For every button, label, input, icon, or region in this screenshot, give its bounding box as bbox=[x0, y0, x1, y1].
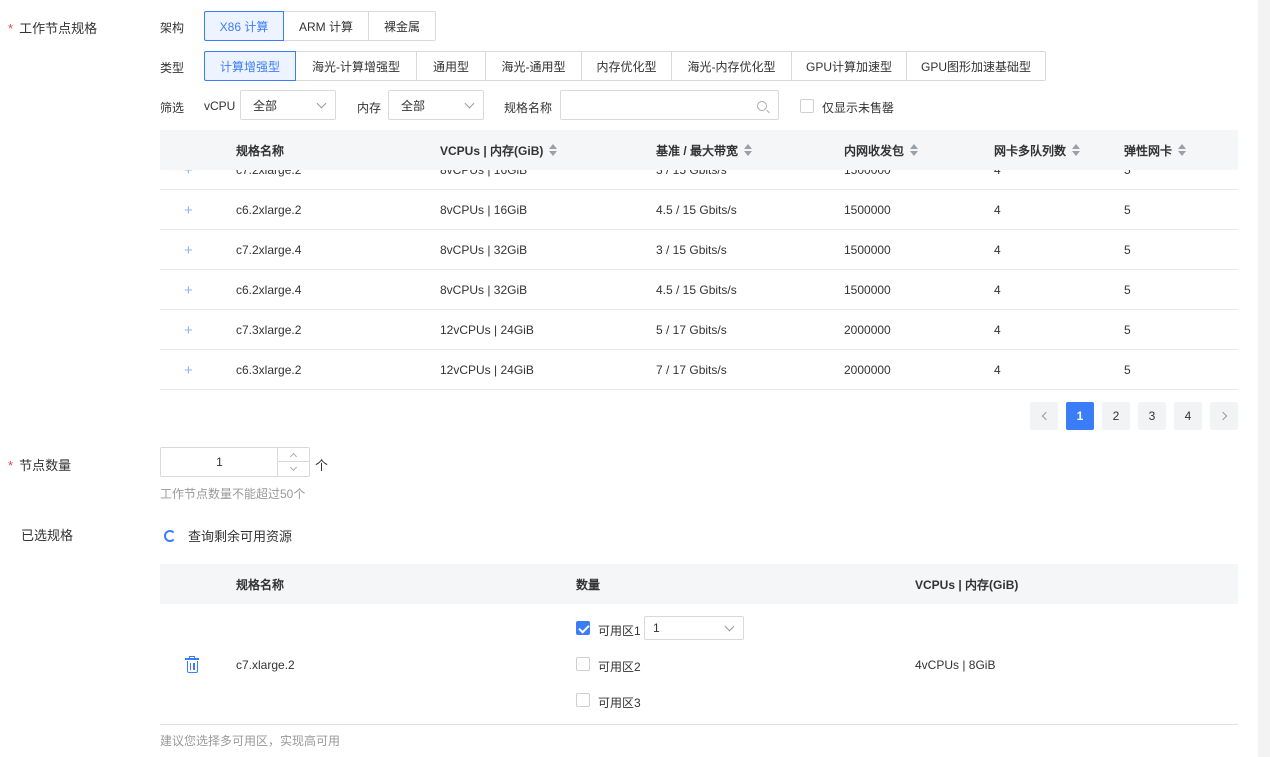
query-resources-link[interactable]: 查询剩余可用资源 bbox=[164, 526, 292, 545]
type-memory-optimized-button[interactable]: 内存优化型 bbox=[581, 51, 672, 81]
spec-name-input[interactable] bbox=[560, 90, 779, 120]
sort-icon[interactable] bbox=[744, 144, 753, 156]
spec-section-label: * 工作节点规格 bbox=[8, 21, 98, 36]
chevron-down-icon bbox=[316, 98, 327, 108]
increment-button[interactable] bbox=[278, 448, 309, 462]
type-label: 类型 bbox=[160, 61, 185, 75]
required-mark: * bbox=[8, 21, 14, 36]
selected-spec-label: 已选规格 bbox=[21, 528, 74, 543]
spec-table-header: 规格名称 VCPUs | 内存(GiB) 基准 / 最大带宽 内网收发包 网卡多… bbox=[160, 130, 1238, 170]
vcpu-select[interactable]: 全部 bbox=[240, 90, 336, 120]
chevron-down-icon bbox=[464, 98, 475, 108]
sort-icon[interactable] bbox=[910, 144, 919, 156]
type-general-button[interactable]: 通用型 bbox=[416, 51, 486, 81]
chevron-down-icon bbox=[289, 463, 298, 472]
type-hygon-general-button[interactable]: 海光-通用型 bbox=[485, 51, 582, 81]
table-row[interactable]: + c7.2xlarge.4 8vCPUs | 32GiB 3 / 15 Gbi… bbox=[160, 230, 1238, 270]
table-row[interactable]: + c6.3xlarge.2 12vCPUs | 24GiB 7 / 17 Gb… bbox=[160, 350, 1238, 390]
memory-select[interactable]: 全部 bbox=[388, 90, 484, 120]
vcpu-filter-label: vCPU bbox=[204, 99, 236, 113]
type-hygon-memory-optimized-button[interactable]: 海光-内存优化型 bbox=[671, 51, 792, 81]
zone-3-checkbox[interactable] bbox=[576, 693, 590, 707]
page-4-button[interactable]: 4 bbox=[1174, 402, 1202, 430]
required-mark: * bbox=[8, 458, 14, 473]
plus-icon[interactable]: + bbox=[184, 310, 193, 350]
plus-icon[interactable]: + bbox=[184, 230, 193, 270]
zone-3-label: 可用区3 bbox=[598, 696, 641, 710]
plus-icon[interactable]: + bbox=[184, 270, 193, 310]
selected-table-header: 规格名称 数量 VCPUs | 内存(GiB) bbox=[160, 564, 1238, 604]
arch-arm-button[interactable]: ARM 计算 bbox=[283, 11, 369, 41]
plus-icon[interactable]: + bbox=[184, 170, 193, 189]
next-page-button[interactable] bbox=[1210, 402, 1238, 430]
unsold-label: 仅显示未售罄 bbox=[822, 101, 895, 115]
chevron-right-icon bbox=[1218, 411, 1227, 421]
page-3-button[interactable]: 3 bbox=[1138, 402, 1166, 430]
refresh-icon bbox=[164, 529, 176, 542]
prev-page-button[interactable] bbox=[1030, 402, 1058, 430]
table-row[interactable]: + c7.3xlarge.2 12vCPUs | 24GiB 5 / 17 Gb… bbox=[160, 310, 1238, 350]
node-count-unit: 个 bbox=[315, 458, 329, 473]
unsold-checkbox[interactable] bbox=[800, 99, 814, 113]
node-count-value[interactable]: 1 bbox=[161, 448, 278, 476]
decrement-button[interactable] bbox=[278, 462, 309, 476]
chevron-up-icon bbox=[289, 452, 298, 460]
page-2-button[interactable]: 2 bbox=[1102, 402, 1130, 430]
th-bandwidth[interactable]: 基准 / 最大带宽 bbox=[656, 130, 753, 170]
filter-label: 筛选 bbox=[160, 101, 185, 115]
zone-2-checkbox[interactable] bbox=[576, 657, 590, 671]
th-pps[interactable]: 内网收发包 bbox=[844, 130, 919, 170]
sort-icon[interactable] bbox=[1178, 144, 1187, 156]
sort-icon[interactable] bbox=[549, 144, 558, 156]
table-row-partial[interactable]: + c7.2xlarge.2 8vCPUs | 16GiB 3 / 15 Gbi… bbox=[160, 170, 1238, 190]
type-segmented: 计算增强型 海光-计算增强型 通用型 海光-通用型 内存优化型 海光-内存优化型… bbox=[204, 51, 1046, 81]
selected-spec-name: c7.xlarge.2 bbox=[236, 658, 295, 672]
arch-x86-button[interactable]: X86 计算 bbox=[204, 11, 284, 41]
zone-2-label: 可用区2 bbox=[598, 660, 641, 674]
scrollbar[interactable] bbox=[1258, 0, 1270, 757]
th-vcpu-memory[interactable]: VCPUs | 内存(GiB) bbox=[440, 130, 558, 170]
node-count-hint: 工作节点数量不能超过50个 bbox=[160, 487, 306, 501]
selected-vcpu-memory: 4vCPUs | 8GiB bbox=[915, 658, 996, 672]
arch-label: 架构 bbox=[160, 21, 185, 35]
trash-icon[interactable] bbox=[185, 656, 199, 673]
table-row[interactable]: + c6.2xlarge.2 8vCPUs | 16GiB 4.5 / 15 G… bbox=[160, 190, 1238, 230]
node-count-stepper[interactable]: 1 bbox=[160, 447, 310, 477]
sort-icon[interactable] bbox=[1072, 144, 1081, 156]
chevron-down-icon bbox=[724, 621, 735, 631]
search-icon[interactable] bbox=[757, 101, 767, 111]
arch-segmented: X86 计算 ARM 计算 裸金属 bbox=[204, 11, 436, 41]
selected-hint: 建议您选择多可用区，实现高可用 bbox=[160, 734, 341, 748]
th-spec-name: 规格名称 bbox=[236, 143, 285, 158]
plus-icon[interactable]: + bbox=[184, 190, 193, 230]
zone-1-quantity-select[interactable]: 1 bbox=[644, 616, 744, 640]
plus-icon[interactable]: + bbox=[184, 350, 193, 390]
node-count-label: * 节点数量 bbox=[8, 458, 72, 473]
type-hygon-compute-enhanced-button[interactable]: 海光-计算增强型 bbox=[295, 51, 417, 81]
chevron-left-icon bbox=[1041, 411, 1050, 421]
type-gpu-graphics-button[interactable]: GPU图形加速基础型 bbox=[906, 51, 1046, 81]
zone-1-label: 可用区1 bbox=[598, 624, 641, 638]
table-row[interactable]: + c6.2xlarge.4 8vCPUs | 32GiB 4.5 / 15 G… bbox=[160, 270, 1238, 310]
zone-1-checkbox[interactable] bbox=[576, 621, 590, 635]
type-gpu-compute-button[interactable]: GPU计算加速型 bbox=[791, 51, 907, 81]
memory-filter-label: 内存 bbox=[357, 101, 382, 115]
page-1-button[interactable]: 1 bbox=[1066, 402, 1094, 430]
type-compute-enhanced-button[interactable]: 计算增强型 bbox=[204, 51, 296, 81]
th-elastic-nic[interactable]: 弹性网卡 bbox=[1124, 130, 1187, 170]
spec-name-filter-label: 规格名称 bbox=[504, 101, 553, 115]
arch-baremetal-button[interactable]: 裸金属 bbox=[368, 11, 436, 41]
th-nic-queues[interactable]: 网卡多队列数 bbox=[994, 130, 1081, 170]
